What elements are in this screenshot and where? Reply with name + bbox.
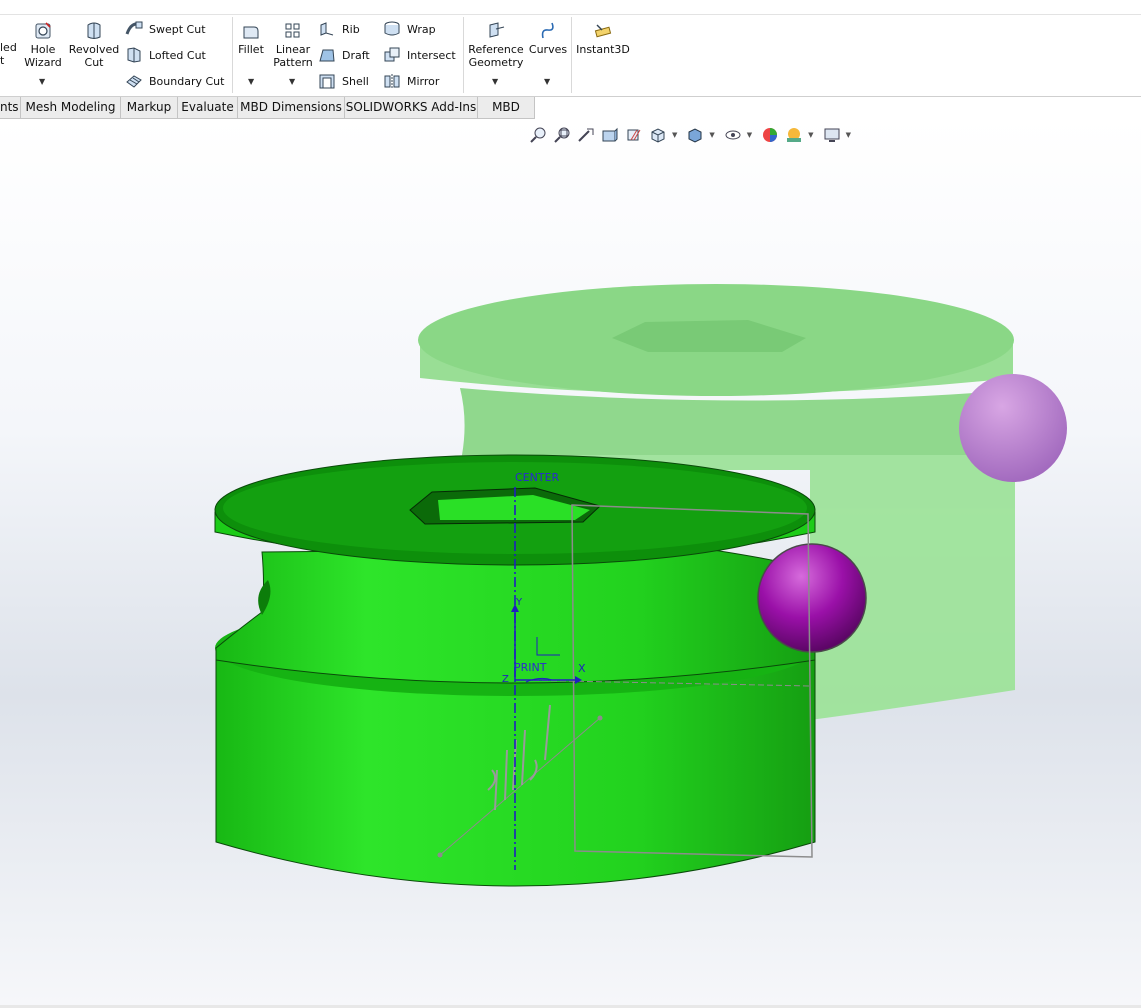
wrap-button[interactable]: Wrap [383, 19, 436, 39]
shell-icon [319, 74, 335, 89]
boundary-cut-icon [126, 75, 142, 88]
ribbon-separator [232, 17, 233, 93]
tab-label: Mesh Modeling [25, 100, 116, 114]
purple-sphere [757, 543, 867, 653]
command-manager-ribbon: led t Hole Wizard ▼ Revolved Cut Swept C… [0, 15, 1141, 95]
reference-geometry-icon [489, 22, 505, 38]
tab-mbd-dimensions[interactable]: MBD Dimensions [238, 97, 345, 119]
tab-label: MBD [492, 100, 520, 114]
tab-mesh-modeling[interactable]: Mesh Modeling [21, 97, 121, 119]
swept-cut-icon [125, 21, 143, 35]
tab-mbd[interactable]: MBD [478, 97, 535, 119]
draft-label: Draft [342, 48, 370, 62]
linear-pattern-dropdown-icon[interactable]: ▼ [289, 77, 295, 86]
reference-geometry-button[interactable]: Reference Geometry [468, 21, 524, 69]
boundary-cut-button[interactable]: Boundary Cut [125, 71, 224, 91]
rib-icon [320, 22, 334, 36]
title-strip [0, 0, 1141, 15]
x-axis-label: X [578, 662, 586, 675]
swept-cut-label: Swept Cut [149, 22, 206, 36]
ghost-sphere [959, 374, 1067, 482]
mirror-button[interactable]: Mirror [383, 71, 439, 91]
extruded-cut-label-partial-2: t [0, 54, 5, 67]
ribbon-separator [463, 17, 464, 93]
ribbon-separator [571, 17, 572, 93]
extruded-cut-label-partial: led [0, 41, 17, 54]
tab-label: MBD Dimensions [240, 100, 342, 114]
shell-label: Shell [342, 74, 369, 88]
mirror-label: Mirror [407, 74, 440, 88]
tab-label: Evaluate [181, 100, 234, 114]
linear-pattern-button[interactable]: Linear Pattern [272, 21, 314, 69]
fillet-dropdown-icon[interactable]: ▼ [248, 77, 254, 86]
curves-dropdown-icon[interactable]: ▼ [544, 77, 550, 86]
revolved-cut-icon [87, 22, 101, 39]
tab-evaluate[interactable]: Evaluate [178, 97, 238, 119]
linear-pattern-label: Linear Pattern [273, 43, 313, 69]
fillet-icon [243, 26, 259, 39]
instant3d-icon [594, 24, 612, 38]
draft-icon [319, 49, 335, 62]
hole-wizard-button[interactable]: Hole Wizard [24, 21, 62, 69]
tab-sketch-partial[interactable]: nts [0, 97, 21, 119]
curves-label: Curves [528, 43, 568, 56]
shell-button[interactable]: Shell [318, 71, 369, 91]
lofted-cut-icon [127, 47, 141, 63]
extruded-cut-button-partial[interactable]: led t [0, 41, 17, 67]
intersect-icon [384, 47, 400, 62]
fillet-label: Fillet [238, 43, 264, 56]
intersect-label: Intersect [407, 48, 456, 62]
tab-label: SOLIDWORKS Add-Ins [345, 100, 477, 114]
wrap-icon [384, 21, 400, 36]
graphics-area[interactable]: ▼ ▼ ▼ ▼ ▼ CENTER PRINT Y X Z [0, 119, 1141, 1005]
print-label: PRINT [514, 661, 547, 674]
instant3d-button[interactable]: Instant3D [576, 21, 630, 56]
y-axis-label: Y [516, 597, 523, 608]
lofted-cut-label: Lofted Cut [149, 48, 206, 62]
z-axis-label: Z [502, 674, 509, 685]
tab-label: nts [0, 100, 19, 114]
intersect-button[interactable]: Intersect [383, 45, 456, 65]
instant3d-label: Instant3D [576, 43, 630, 56]
mirror-icon [384, 74, 400, 89]
rib-label: Rib [342, 22, 360, 36]
hole-wizard-label: Hole Wizard [24, 43, 62, 69]
curves-button[interactable]: Curves [528, 21, 568, 56]
hole-wizard-dropdown-icon[interactable]: ▼ [39, 77, 45, 86]
command-manager-tabs: nts Mesh Modeling Markup Evaluate MBD Di… [0, 96, 1141, 119]
center-label: CENTER [515, 471, 560, 484]
draft-button[interactable]: Draft [318, 45, 370, 65]
tab-markup[interactable]: Markup [121, 97, 178, 119]
linear-pattern-icon [285, 23, 300, 38]
model-canvas [214, 284, 1067, 887]
revolved-cut-button[interactable]: Revolved Cut [68, 21, 120, 69]
reference-geometry-label: Reference Geometry [468, 43, 524, 69]
revolved-cut-label: Revolved Cut [68, 43, 120, 69]
fillet-button[interactable]: Fillet [236, 21, 266, 56]
rib-button[interactable]: Rib [318, 19, 360, 39]
reference-geometry-dropdown-icon[interactable]: ▼ [492, 77, 498, 86]
boundary-cut-label: Boundary Cut [149, 74, 225, 88]
tab-solidworks-add-ins[interactable]: SOLIDWORKS Add-Ins [345, 97, 478, 119]
hole-wizard-icon [35, 22, 51, 39]
swept-cut-button[interactable]: Swept Cut [125, 19, 206, 39]
lofted-cut-button[interactable]: Lofted Cut [125, 45, 206, 65]
wrap-label: Wrap [407, 22, 436, 36]
tab-label: Markup [126, 100, 172, 114]
curves-icon [541, 22, 554, 39]
